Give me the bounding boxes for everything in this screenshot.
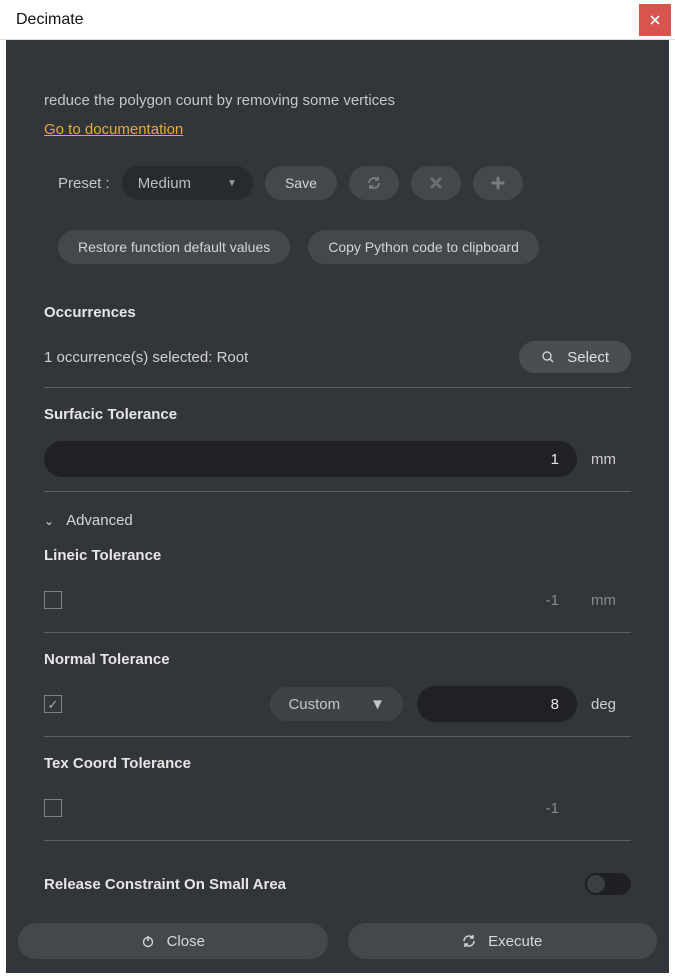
divider <box>44 736 631 737</box>
search-icon <box>541 350 555 364</box>
texcoord-checkbox[interactable] <box>44 799 62 817</box>
close-label: Close <box>167 933 205 950</box>
refresh-icon <box>366 175 382 191</box>
lineic-unit: mm <box>591 592 631 609</box>
texcoord-title: Tex Coord Tolerance <box>44 755 631 772</box>
chevron-down-icon: ▼ <box>227 178 237 189</box>
preset-delete-button[interactable] <box>411 166 461 200</box>
occurrences-select-button[interactable]: Select <box>519 341 631 373</box>
lineic-title: Lineic Tolerance <box>44 547 631 564</box>
plus-icon <box>491 176 505 190</box>
preset-row: Preset : Medium ▼ Save <box>58 166 631 200</box>
chevron-down-icon: ▼ <box>370 696 385 713</box>
restore-defaults-button[interactable]: Restore function default values <box>58 230 290 264</box>
copy-python-button[interactable]: Copy Python code to clipboard <box>308 230 539 264</box>
advanced-toggle[interactable]: ⌄ Advanced <box>44 512 631 529</box>
divider <box>44 387 631 388</box>
release-toggle[interactable] <box>585 873 631 895</box>
power-icon <box>141 934 155 948</box>
occurrences-title: Occurrences <box>44 304 631 321</box>
footer: Close Execute <box>18 923 657 959</box>
normal-unit: deg <box>591 696 631 713</box>
occurrences-row: 1 occurrence(s) selected: Root Select <box>44 341 631 373</box>
preset-label: Preset : <box>58 175 110 192</box>
normal-checkbox[interactable] <box>44 695 62 713</box>
divider <box>44 632 631 633</box>
preset-add-button[interactable] <box>473 166 523 200</box>
divider <box>44 491 631 492</box>
select-label: Select <box>567 349 609 366</box>
lineic-row: mm <box>44 582 631 618</box>
window-close-button[interactable] <box>639 4 671 36</box>
titlebar: Decimate <box>0 0 675 40</box>
main-panel: reduce the polygon count by removing som… <box>6 40 669 973</box>
lineic-checkbox[interactable] <box>44 591 62 609</box>
execute-button[interactable]: Execute <box>348 923 658 959</box>
advanced-label: Advanced <box>66 512 133 529</box>
preset-selected: Medium <box>138 175 191 192</box>
texcoord-row <box>44 790 631 826</box>
normal-mode-selected: Custom <box>288 696 340 713</box>
texcoord-tolerance-input[interactable] <box>76 790 577 826</box>
surfacic-unit: mm <box>591 451 631 468</box>
surfacic-title: Surfacic Tolerance <box>44 406 631 423</box>
release-title: Release Constraint On Small Area <box>44 876 286 893</box>
documentation-link[interactable]: Go to documentation <box>44 121 183 138</box>
close-button[interactable]: Close <box>18 923 328 959</box>
preset-refresh-button[interactable] <box>349 166 399 200</box>
divider <box>44 840 631 841</box>
window-title: Decimate <box>16 11 84 29</box>
delete-icon <box>429 176 443 190</box>
normal-title: Normal Tolerance <box>44 651 631 668</box>
occurrences-text: 1 occurrence(s) selected: Root <box>44 349 248 366</box>
action-row: Restore function default values Copy Pyt… <box>58 230 631 264</box>
preset-save-button[interactable]: Save <box>265 166 337 200</box>
normal-row: Custom ▼ deg <box>44 686 631 722</box>
preset-dropdown[interactable]: Medium ▼ <box>122 166 253 200</box>
normal-tolerance-input[interactable] <box>417 686 577 722</box>
description-text: reduce the polygon count by removing som… <box>44 92 631 109</box>
surfacic-tolerance-input[interactable] <box>44 441 577 477</box>
execute-icon <box>462 934 476 948</box>
close-icon <box>650 15 660 25</box>
lineic-tolerance-input[interactable] <box>76 582 577 618</box>
execute-label: Execute <box>488 933 542 950</box>
chevron-down-icon: ⌄ <box>44 514 54 528</box>
normal-mode-dropdown[interactable]: Custom ▼ <box>270 687 403 721</box>
release-row: Release Constraint On Small Area <box>44 873 631 895</box>
surfacic-row: mm <box>44 441 631 477</box>
